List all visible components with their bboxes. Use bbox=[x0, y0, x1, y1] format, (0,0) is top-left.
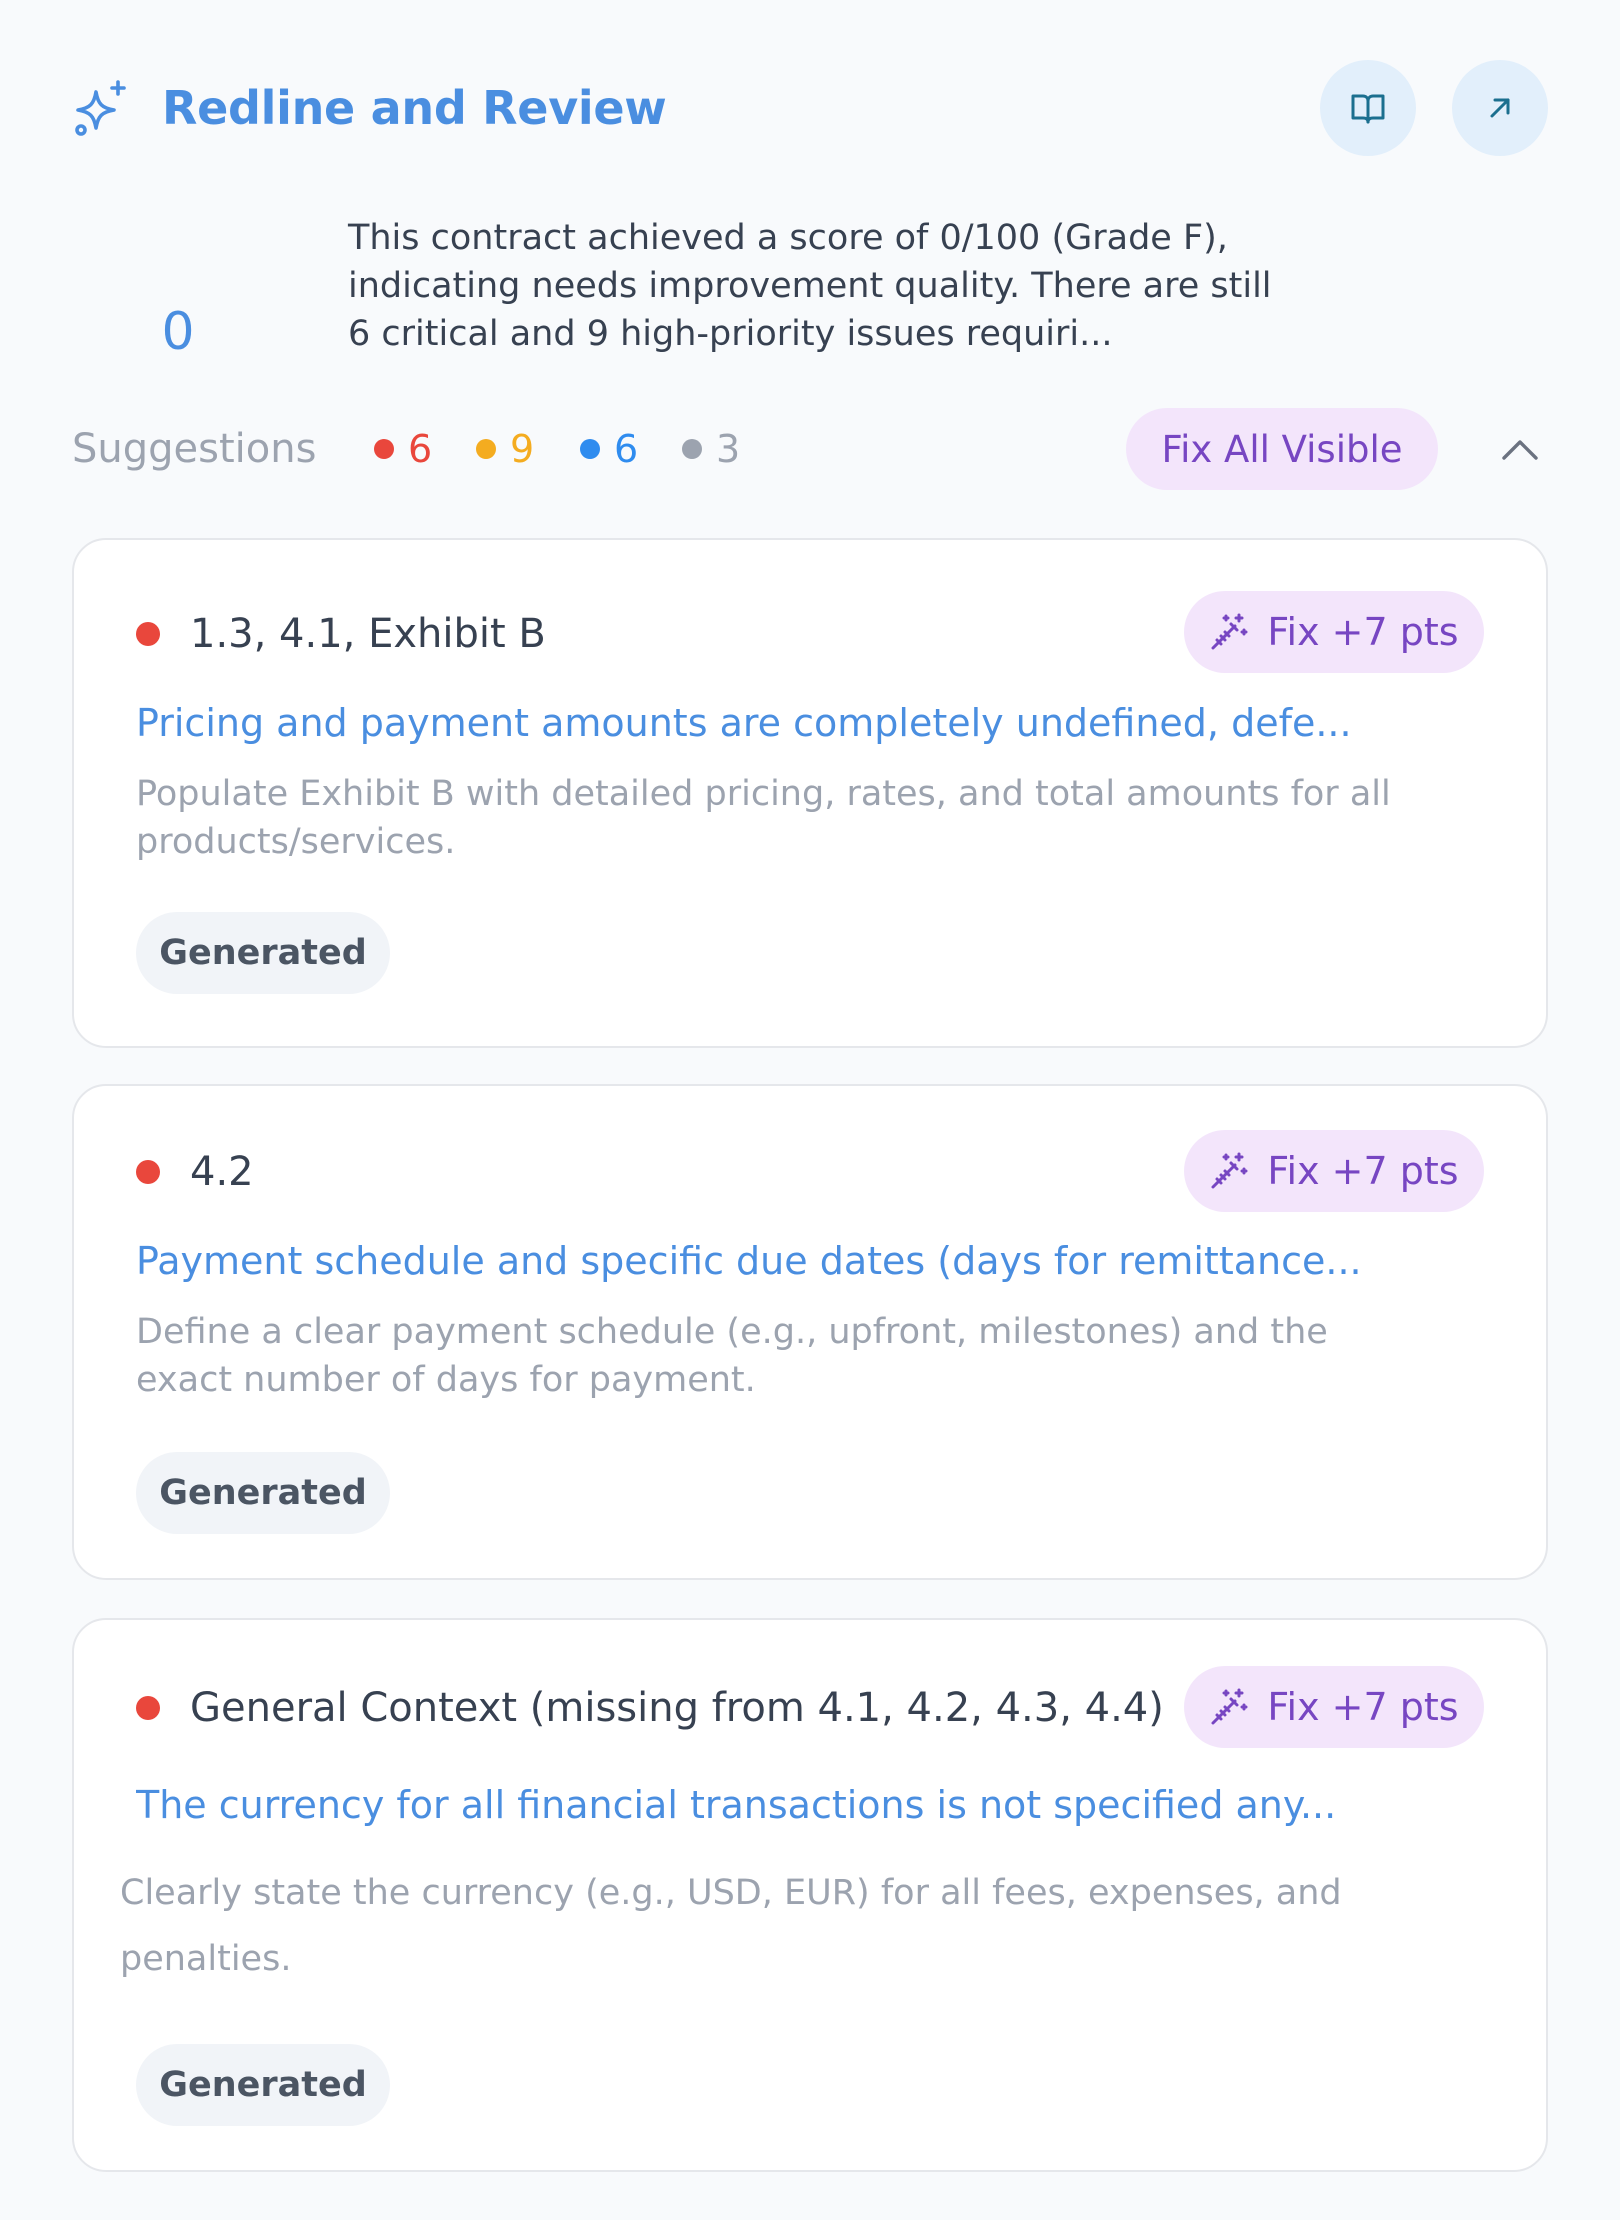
fix-button-label: Fix +7 pts bbox=[1267, 1149, 1459, 1193]
fix-button[interactable]: Fix +7 pts bbox=[1184, 1130, 1484, 1212]
issue-recommendation: Define a clear payment schedule (e.g., u… bbox=[136, 1312, 1328, 1400]
score-value: 0 bbox=[161, 302, 195, 362]
section-reference: General Context (missing from 4.1, 4.2, … bbox=[190, 1685, 1164, 1731]
fix-button[interactable]: Fix +7 pts bbox=[1184, 1666, 1484, 1748]
section-reference: 1.3, 4.1, Exhibit B bbox=[190, 611, 546, 657]
section-reference: 4.2 bbox=[190, 1149, 254, 1195]
issue-recommendation: Clearly state the currency (e.g., USD, E… bbox=[120, 1873, 1342, 1979]
magic-wand-icon bbox=[1211, 613, 1248, 650]
fix-button-label: Fix +7 pts bbox=[1267, 1685, 1459, 1729]
critical-severity-dot bbox=[136, 622, 160, 646]
fix-all-visible-button[interactable]: Fix All Visible bbox=[1126, 408, 1438, 490]
book-icon bbox=[1351, 94, 1385, 124]
issue-title[interactable]: The currency for all financial transacti… bbox=[136, 1780, 1486, 1830]
issue-title[interactable]: Pricing and payment amounts are complete… bbox=[136, 698, 1486, 748]
critical-dot bbox=[374, 439, 394, 459]
low-dot bbox=[682, 439, 702, 459]
medium-count[interactable]: 6 bbox=[580, 424, 638, 474]
chevron-up-icon[interactable] bbox=[1496, 426, 1544, 474]
medium-count-value: 6 bbox=[614, 427, 639, 471]
suggestions-label: Suggestions bbox=[72, 426, 317, 472]
score-summary: This contract achieved a score of 0/100 … bbox=[348, 218, 1272, 354]
low-count[interactable]: 3 bbox=[682, 424, 740, 474]
open-external-button[interactable] bbox=[1452, 60, 1548, 156]
generated-badge: Generated bbox=[136, 912, 390, 994]
critical-count-value: 6 bbox=[408, 427, 433, 471]
panel-title: Redline and Review bbox=[162, 81, 667, 135]
critical-severity-dot bbox=[136, 1160, 160, 1184]
magic-wand-icon bbox=[1211, 1152, 1248, 1189]
generated-badge: Generated bbox=[136, 1452, 390, 1534]
medium-dot bbox=[580, 439, 600, 459]
critical-severity-dot bbox=[136, 1696, 160, 1720]
fix-button-label: Fix +7 pts bbox=[1267, 610, 1459, 654]
critical-count[interactable]: 6 bbox=[374, 424, 432, 474]
issue-title[interactable]: Payment schedule and specific due dates … bbox=[136, 1236, 1486, 1286]
suggestions-bar: Suggestions 6 9 6 3 Fix All Visible bbox=[72, 404, 1548, 494]
suggestion-card[interactable]: General Context (missing from 4.1, 4.2, … bbox=[72, 1618, 1548, 2172]
book-button[interactable] bbox=[1320, 60, 1416, 156]
generated-badge: Generated bbox=[136, 2044, 390, 2126]
redline-review-panel: Redline and Review 0 This contract achie… bbox=[0, 0, 1620, 2220]
suggestion-card[interactable]: 4.2 Fix +7 pts Payment schedule and spec… bbox=[72, 1084, 1548, 1580]
high-count-value: 9 bbox=[510, 427, 535, 471]
magic-wand-icon bbox=[1211, 1688, 1248, 1725]
fix-button[interactable]: Fix +7 pts bbox=[1184, 591, 1484, 673]
issue-recommendation: Populate Exhibit B with detailed pricing… bbox=[136, 774, 1391, 862]
low-count-value: 3 bbox=[716, 427, 741, 471]
high-count[interactable]: 9 bbox=[476, 424, 534, 474]
panel-header: Redline and Review bbox=[72, 60, 1548, 156]
suggestion-card[interactable]: 1.3, 4.1, Exhibit B Fix +7 pts Pricing a… bbox=[72, 538, 1548, 1048]
expand-arrow-icon bbox=[1490, 98, 1510, 118]
sparkle-icon bbox=[75, 80, 126, 136]
high-dot bbox=[476, 439, 496, 459]
